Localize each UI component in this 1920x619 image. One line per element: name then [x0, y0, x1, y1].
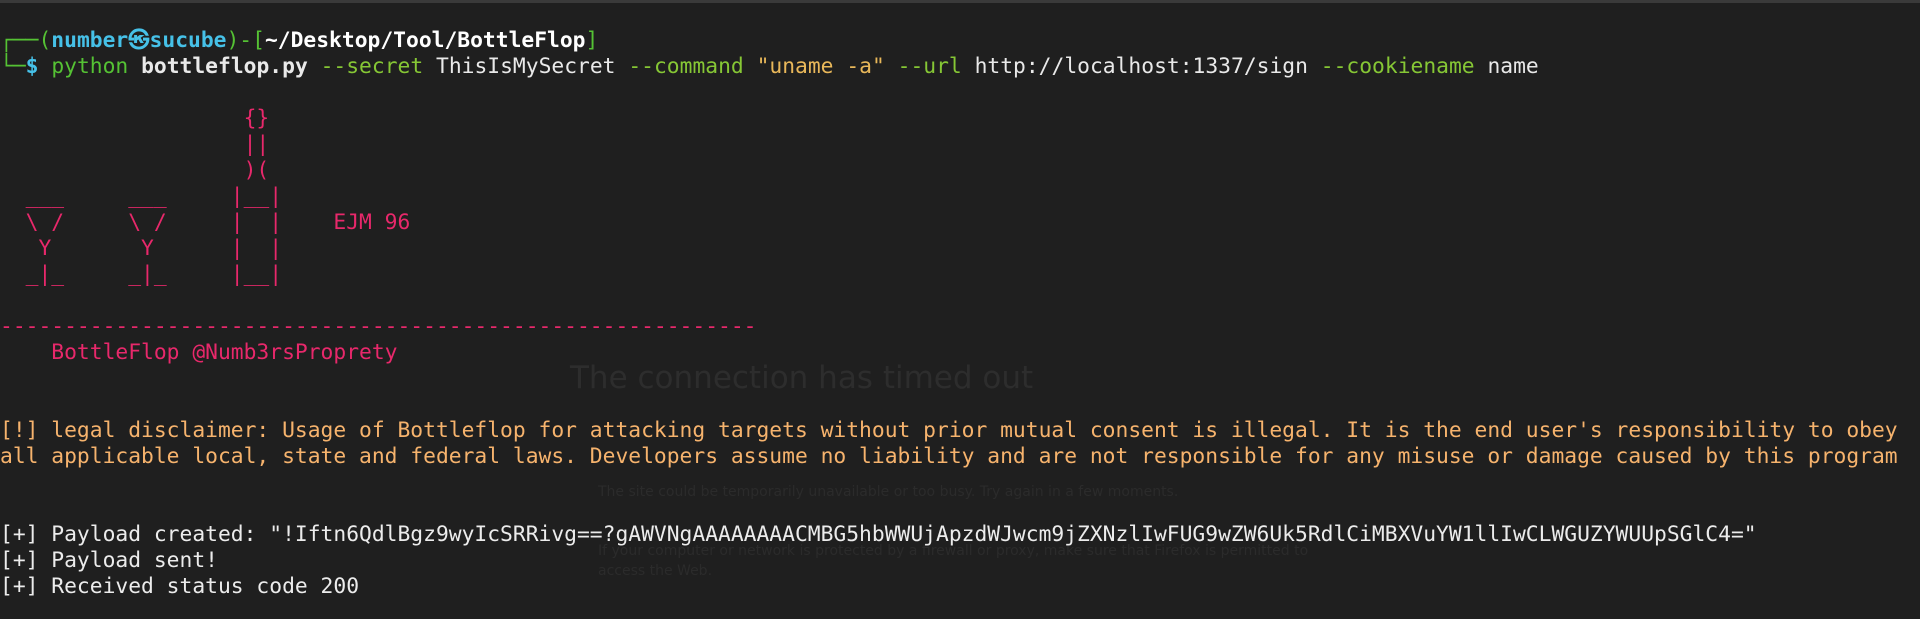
- banner-credit: BottleFlop @Numb3rsProprety: [0, 340, 398, 365]
- flag-cookiename: --cookiename: [1320, 54, 1475, 79]
- flag-command: --command: [628, 54, 744, 79]
- banner-art-line: )(: [0, 158, 270, 183]
- status-code-line: [+] Received status code 200: [0, 574, 360, 599]
- arg-url: http://localhost:1337/sign: [974, 54, 1308, 79]
- banner-art-line: \ / \ / | | EJM 96: [0, 210, 411, 235]
- prompt-separator: )-[: [226, 28, 265, 53]
- banner-art-line: ||: [0, 132, 270, 157]
- prompt-path: ~/Desktop/Tool/BottleFlop: [264, 28, 586, 53]
- command-python: python: [51, 54, 129, 79]
- prompt-user: number: [51, 28, 129, 53]
- background-error-bullet: The site could be temporarily unavailabl…: [598, 484, 1179, 500]
- command-line[interactable]: └─$ python bottleflop.py --secret ThisIs…: [0, 54, 1539, 80]
- arg-cookiename: name: [1487, 54, 1539, 79]
- banner-divider: ----------------------------------------…: [0, 314, 757, 339]
- payload-created-line: [+] Payload created: "!Iftn6QdlBgz9wyIcS…: [0, 522, 1757, 547]
- banner-art-line: {}: [0, 106, 270, 131]
- background-error-bullet: access the Web.: [598, 563, 713, 579]
- arg-command: "uname -a": [756, 54, 885, 79]
- prompt-line: ┌──(number㉿sucube)-[~/Desktop/Tool/Bottl…: [0, 28, 598, 54]
- top-window-strip: [0, 0, 1920, 3]
- background-error-title: The connection has timed out: [570, 360, 1034, 396]
- banner-art-line: ___ ___ |__|: [0, 184, 283, 209]
- flag-secret: --secret: [320, 54, 424, 79]
- payload-sent-line: [+] Payload sent!: [0, 548, 218, 573]
- skull-icon: ㉿: [128, 28, 150, 53]
- prompt-corner: ┌──(: [0, 28, 52, 53]
- banner-art-line: Y Y | |: [0, 236, 283, 261]
- command-script: bottleflop.py: [141, 54, 308, 79]
- prompt-host: sucube: [149, 28, 227, 53]
- prompt-bracket: ]: [585, 28, 599, 53]
- arg-secret: ThisIsMySecret: [436, 54, 616, 79]
- prompt-corner-bottom: └─: [0, 54, 26, 79]
- flag-url: --url: [897, 54, 962, 79]
- banner-art-line: _|_ _|_ |__|: [0, 262, 283, 287]
- legal-disclaimer: [!] legal disclaimer: Usage of Bottleflo…: [0, 418, 1911, 469]
- prompt-dollar: $: [25, 54, 39, 79]
